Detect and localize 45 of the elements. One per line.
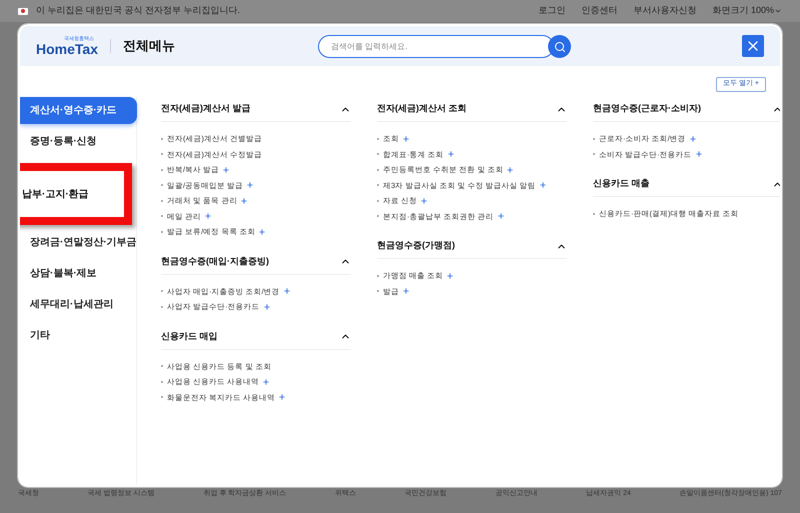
plus-icon[interactable] (402, 287, 410, 296)
plus-icon[interactable] (446, 272, 454, 280)
plus-icon[interactable] (278, 393, 286, 402)
sidebar-item[interactable]: 납부·고지·환급 (20, 171, 124, 217)
sidebar-item[interactable]: 상담·불복·제보 (20, 260, 136, 287)
gov-notice: 이 누리집은 대한민국 공식 전자정부 누리집입니다. (36, 4, 240, 18)
plus-icon[interactable] (204, 212, 212, 220)
search-field[interactable]: 검색어를 입력하세요. (318, 35, 554, 58)
close-button[interactable] (742, 35, 764, 57)
caret-icon (774, 7, 782, 15)
sidebar-item[interactable]: 계산서·영수증·카드 (20, 97, 137, 124)
section-title[interactable]: 현금영수증(매입·지출증빙) (161, 254, 269, 268)
plus-icon[interactable] (420, 196, 428, 205)
plus-icon[interactable] (282, 287, 291, 296)
zoom-control[interactable]: 화면크기 100% (704, 4, 782, 18)
top-link[interactable]: 부서사용자신청 (625, 4, 704, 18)
plus-icon[interactable] (446, 150, 455, 158)
plus-icon[interactable] (402, 134, 410, 143)
logo-text: HomeTax (36, 42, 98, 56)
plus-icon[interactable] (222, 166, 230, 174)
section-title[interactable]: 현금영수증(가맹점) (377, 239, 455, 253)
plus-icon[interactable] (688, 134, 697, 143)
plus-icon[interactable] (538, 181, 547, 190)
plus-icon[interactable] (258, 228, 266, 236)
plus-icon[interactable] (262, 378, 270, 386)
top-link[interactable]: 인증센터 (573, 4, 626, 18)
plus-icon[interactable] (694, 150, 703, 158)
sidebar-item[interactable]: 장려금·연말정산·기부금 (20, 229, 136, 256)
plus-icon[interactable] (246, 181, 254, 190)
plus-icon[interactable] (506, 166, 514, 174)
search-icon (554, 40, 566, 52)
sidebar-item[interactable]: 기타 (20, 322, 136, 349)
section-title[interactable]: 현금영수증(근로자·소비자) (593, 102, 701, 116)
sidebar-item[interactable]: 증명·등록·신청 (20, 128, 136, 155)
plus-icon[interactable] (262, 302, 271, 311)
flag-icon (18, 8, 28, 14)
plus-icon[interactable] (240, 196, 248, 205)
section-title[interactable]: 전자(세금)계산서 발급 (161, 102, 250, 116)
sidebar-item[interactable]: 세무대리·납세관리 (20, 291, 136, 318)
section-title[interactable]: 신용카드 매출 (593, 177, 650, 191)
modal-title: 전체메뉴 (122, 37, 175, 56)
plus-icon[interactable] (496, 212, 505, 220)
section-title[interactable]: 전자(세금)계산서 조회 (377, 102, 466, 116)
top-link[interactable]: 로그인 (530, 4, 574, 18)
section-title[interactable]: 신용카드 매입 (161, 330, 218, 344)
